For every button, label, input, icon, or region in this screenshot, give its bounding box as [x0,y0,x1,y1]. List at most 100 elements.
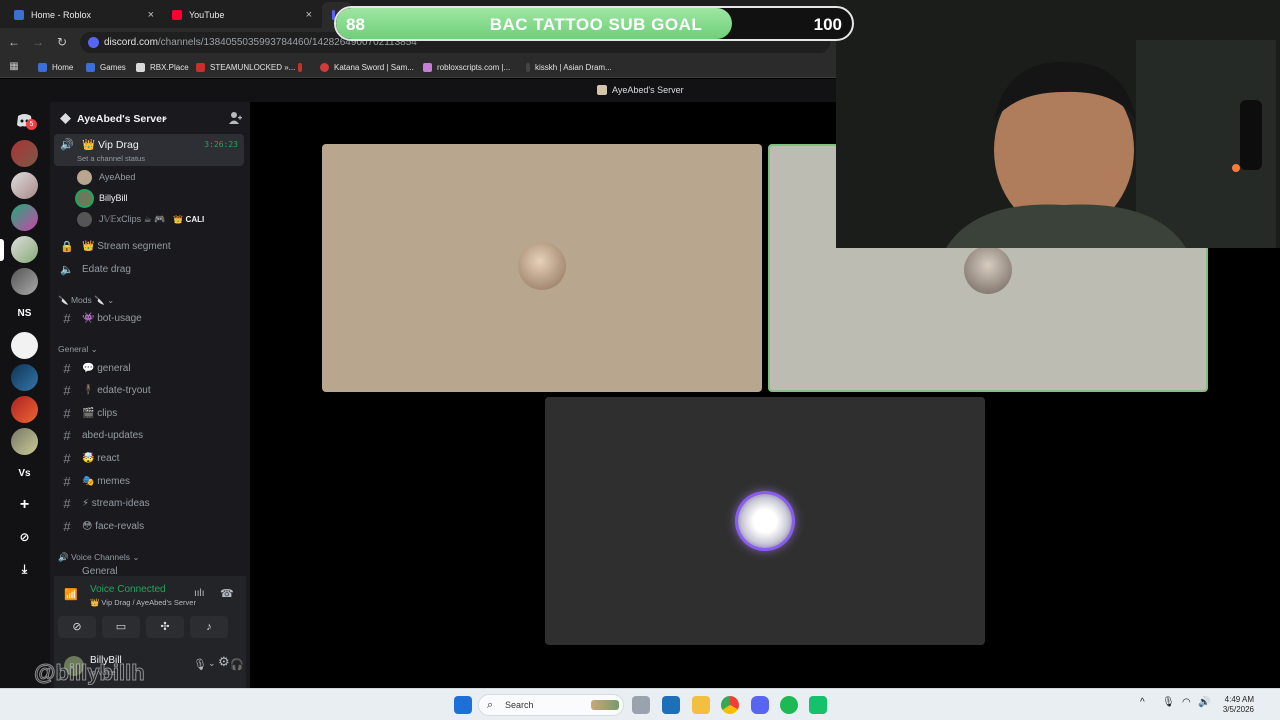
bookmark-katana[interactable]: Katana Sword | Sam... [320,60,414,74]
voice-connected-label[interactable]: Voice Connected [90,584,166,595]
channel-clips[interactable]: # 🎬 clips [54,403,244,423]
server-icon[interactable] [11,140,38,167]
noise-suppression-icon[interactable]: ıılı [194,588,205,599]
kisskh-icon [526,62,530,72]
channel-voice-general[interactable]: General [54,566,244,576]
headphones-icon[interactable]: 🎧 [230,658,244,671]
screen-share-button[interactable]: ▭ [102,616,140,638]
bookmark-rbxplace[interactable]: RBX.Place [136,60,189,74]
bookmark-extra-icon[interactable] [298,60,307,74]
chevron-down-icon[interactable]: ⌄ [208,658,216,669]
avatar [518,242,566,290]
red-dot-icon [298,62,302,72]
hash-icon: # [63,450,71,466]
close-icon[interactable]: × [306,9,312,21]
activities-button[interactable]: ✣ [146,616,184,638]
soundboard-button[interactable]: ♪ [190,616,228,638]
channel-label: 🎭 memes [82,475,131,487]
bookmark-home[interactable]: Home [38,60,73,74]
server-icon[interactable] [11,172,38,199]
reload-icon[interactable]: ↻ [54,34,70,50]
channel-react[interactable]: # 🤯 react [54,448,244,468]
channel-stream-ideas[interactable]: # ⚡ stream-ideas [54,493,244,513]
category-label: 🔊 Voice Channels [58,552,131,562]
channel-general[interactable]: # 💬 general [54,358,244,378]
task-view-icon[interactable] [632,696,650,714]
voice-timer: 3:26:23 [204,140,238,149]
apps-grid-icon[interactable]: ▦ [6,59,22,75]
tab-roblox[interactable]: Home - Roblox × [4,2,162,28]
rbx-icon [136,62,145,72]
wifi-icon[interactable]: ◠ [1182,697,1191,708]
widgets-icon[interactable] [662,696,680,714]
bookmark-label: kisskh | Asian Dram... [535,62,612,72]
microphone-icon[interactable]: 🎙 [193,658,207,671]
taskbar-clock[interactable]: 4:49 AM 3/5/2026 [1214,695,1254,715]
close-icon[interactable]: × [148,9,154,21]
server-icon[interactable] [11,396,38,423]
tab-youtube[interactable]: YouTube × [162,2,320,28]
channel-label: 😳 face-revals [82,520,145,532]
windows-taskbar: ⌕ Search ^ 🎙 ◠ 🔊 4:49 AM 3/5/2026 [0,688,1280,720]
bookmark-games[interactable]: Games [86,60,126,74]
add-server-icon[interactable]: + [11,492,38,519]
discord-taskbar-icon[interactable] [751,696,769,714]
voice-channel-vip-drag[interactable]: 🔊 👑 Vip Drag 3:26:23 Set a channel statu… [54,134,244,166]
chrome-icon[interactable] [721,696,739,714]
bookmark-kisskh[interactable]: kisskh | Asian Dram... [526,60,612,74]
voice-connected-channel[interactable]: 👑 Vip Drag / AyeAbed's Server [90,598,196,607]
channel-abed-updates[interactable]: # abed-updates [54,425,244,445]
server-icon-active[interactable] [11,236,38,263]
hash-icon: # [63,310,71,326]
voice-user-billybill[interactable]: BillyBill [77,189,128,207]
voice-user-ayeabed[interactable]: AyeAbed [77,168,135,186]
server-icon-vs[interactable]: Vs [11,460,38,487]
spotify-icon[interactable] [780,696,798,714]
camera-off-icon: ⊘ [72,621,82,633]
server-icon[interactable] [11,268,38,295]
discover-compass-icon[interactable]: ⊘ [11,524,38,551]
server-header[interactable]: AyeAbed's Server ⌄ [50,102,250,134]
server-icon[interactable] [11,332,38,359]
server-icon[interactable] [11,364,38,391]
add-user-icon[interactable] [228,111,242,125]
bookmark-steamunlocked[interactable]: STEAMUNLOCKED »... [196,60,295,74]
channel-face-revals[interactable]: # 😳 face-revals [54,516,244,536]
voice-channel-name: 👑 Vip Drag [82,139,139,151]
volume-icon[interactable]: 🔊 [1198,697,1210,708]
file-explorer-icon[interactable] [692,696,710,714]
server-icon[interactable] [11,204,38,231]
window-title: AyeAbed's Server [612,85,684,95]
taskbar-search-input[interactable]: ⌕ Search [478,694,624,716]
server-icon-ns[interactable]: NS [11,300,38,327]
gear-icon[interactable]: ⚙ [218,654,230,670]
channel-memes[interactable]: # 🎭 memes [54,471,244,491]
channel-bot-usage[interactable]: # 👾 bot-usage [54,308,244,328]
disconnect-phone-icon[interactable]: ☎ [220,587,234,600]
voice-user-jvexclips[interactable]: J𝕍𝔼xClips ☕ 🎮 👑 CALI [77,210,204,228]
channel-status-hint[interactable]: Set a channel status [77,154,145,163]
channel-stream-segment[interactable]: 🔒 👑 Stream segment [54,236,244,256]
speaker-icon: 🔊 [60,139,74,151]
category-general[interactable]: General ⌄ [58,344,98,355]
screen-share-icon: ▭ [115,621,127,633]
channel-edate-tryout[interactable]: # 🕴 edate-tryout [54,380,244,400]
camera-off-button[interactable]: ⊘ [58,616,96,638]
download-icon[interactable]: ⤓ [11,556,38,583]
forward-arrow-icon[interactable]: → [30,34,46,50]
participant-tile-ayeabed[interactable] [322,144,762,392]
app-icon[interactable] [809,696,827,714]
category-mods[interactable]: 🔪 Mods 🔪 ⌄ [58,295,114,306]
site-info-icon[interactable] [88,37,99,48]
avatar [738,494,792,548]
tray-chevron-up-icon[interactable]: ^ [1140,697,1145,708]
server-icon[interactable] [11,428,38,455]
bookmark-robloxscripts[interactable]: robloxscripts.com |... [423,60,510,74]
discord-title-bar: AyeAbed's Server [0,79,836,102]
back-arrow-icon[interactable]: ← [6,34,22,50]
participant-tile-speaking[interactable] [545,397,985,645]
category-voice-channels[interactable]: 🔊 Voice Channels ⌄ [58,552,140,563]
mic-tray-icon[interactable]: 🎙 [1162,697,1175,708]
windows-start-icon[interactable] [454,696,472,714]
channel-edate-drag[interactable]: 🔈 Edate drag [54,259,244,279]
